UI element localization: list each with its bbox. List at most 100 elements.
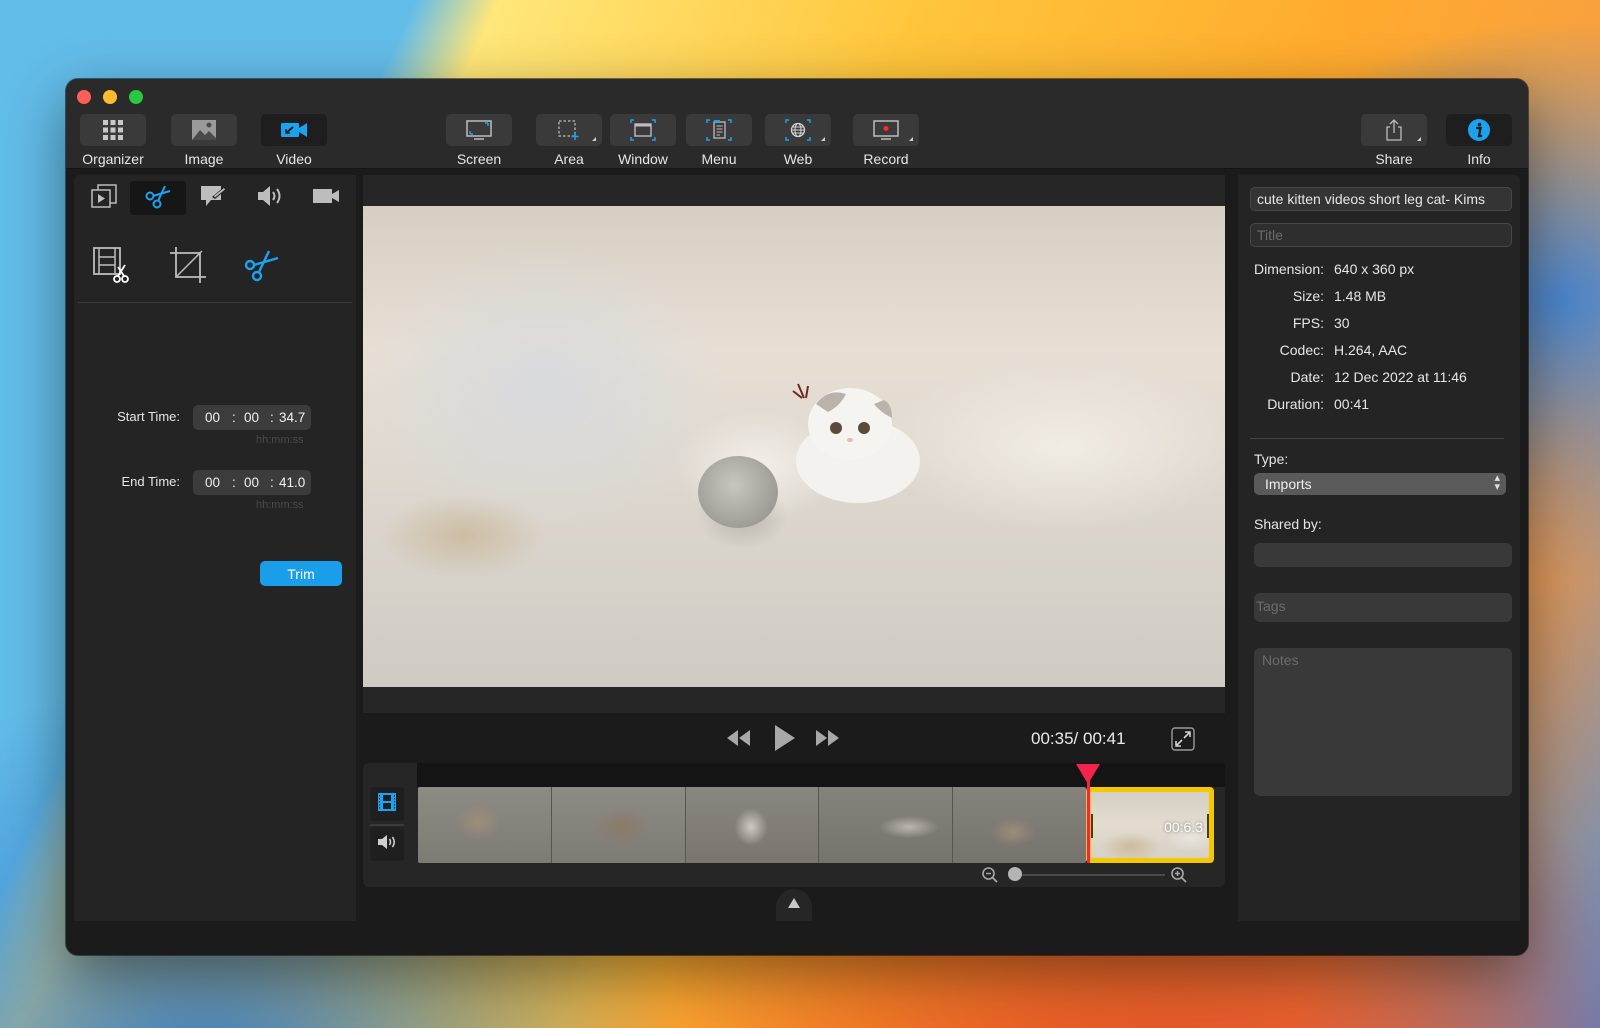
window-icon [610,114,676,146]
tab-camera[interactable] [298,181,354,215]
filmstrip[interactable] [418,787,1086,863]
end-time-label: End Time: [121,474,180,489]
video-editor: 00:35/ 00:41 00:6.3 [363,175,1225,921]
grid-icon [80,114,146,146]
timeline-zoom [363,863,1225,887]
tab-annotate[interactable] [186,181,242,215]
minimize-button[interactable] [103,90,117,104]
capture-screen-button[interactable]: Screen [446,114,512,167]
thumbnail [551,787,686,863]
type-select[interactable]: Imports ▴ ▾ [1254,473,1506,495]
maximize-button[interactable] [129,90,143,104]
cut-clip-tool[interactable] [90,245,134,289]
start-time-field[interactable]: 00 : 00 : 34.7 [193,405,311,430]
info-panel: cute kitten videos short leg cat- Kims T… [1238,175,1520,921]
video-frame[interactable] [363,206,1225,687]
fast-forward-button[interactable] [815,728,841,753]
tags-field[interactable]: Tags [1254,593,1512,622]
time-format-hint: hh:mm:ss [256,499,304,511]
start-time-minutes[interactable]: 00 [244,410,259,425]
start-time-seconds[interactable]: 34.7 [279,410,305,425]
globe-icon [765,114,831,146]
end-time-field[interactable]: 00 : 00 : 41.0 [193,470,311,495]
scissors-icon [144,183,172,214]
zoom-slider-track[interactable] [1013,874,1165,876]
capture-menu-button[interactable]: Menu [686,114,752,167]
metadata-key: Codec: [1279,342,1324,358]
trim-handle-right[interactable] [1207,814,1209,838]
metadata-value: 1.48 MB [1334,288,1387,304]
time-separator: : [270,475,274,490]
timeline: 00:6.3 [363,763,1225,887]
video-track-button[interactable] [370,787,404,821]
thumbnail [685,787,820,863]
capture-record-button[interactable]: Record [853,114,919,167]
expand-panel-button[interactable] [776,889,812,921]
zoom-out-icon[interactable] [981,866,999,889]
toolbar-video-button[interactable]: Video [261,114,327,167]
toolbar: Organizer Image Video Screen Area Window… [66,79,1528,169]
toolbar-label: Area [554,151,584,167]
capture-window-button[interactable]: Window [610,114,676,167]
end-time-hours[interactable]: 00 [205,475,220,490]
notes-field[interactable]: Notes [1254,648,1512,796]
info-button[interactable]: Info [1446,114,1512,167]
tab-preview[interactable] [76,181,132,215]
share-icon [1361,114,1427,146]
screen-icon [446,114,512,146]
speaker-icon [256,184,284,213]
time-separator: : [232,475,236,490]
zoom-in-icon[interactable] [1170,866,1188,889]
type-label: Type: [1254,451,1289,467]
tab-trim[interactable] [130,181,186,215]
shared-by-field[interactable] [1254,543,1512,567]
start-time-label: Start Time: [117,409,180,424]
metadata-key: Size: [1292,288,1324,304]
edit-tools [74,245,356,299]
share-button[interactable]: Share [1361,114,1427,167]
toolbar-label: Screen [456,151,502,167]
trim-button[interactable]: Trim [260,561,342,586]
toolbar-label: Menu [701,151,737,167]
tab-audio[interactable] [242,181,298,215]
toolbar-label: Info [1467,151,1491,167]
metadata-key: FPS: [1292,315,1324,331]
crop-tool[interactable] [166,245,210,289]
app-window: Organizer Image Video Screen Area Window… [66,79,1528,955]
end-time-seconds[interactable]: 41.0 [279,475,305,490]
metadata-value: 30 [1334,315,1350,331]
time-readout: 00:35/ 00:41 [1031,729,1126,749]
film-scissors-icon [92,245,132,290]
rewind-button[interactable] [725,728,751,753]
divider [78,302,352,303]
capture-area-button[interactable]: Area [536,114,602,167]
clip-duration: 00:6.3 [1164,819,1203,835]
end-time-minutes[interactable]: 00 [244,475,259,490]
title-field[interactable]: Title [1250,223,1512,247]
timeline-ruler[interactable] [417,763,1225,787]
selected-clip[interactable]: 00:6.3 [1086,787,1214,863]
start-time-hours[interactable]: 00 [205,410,220,425]
player-controls: 00:35/ 00:41 [363,713,1225,763]
toolbar-label: Share [1375,151,1413,167]
audio-track-button[interactable] [370,827,404,861]
video-preview-area [363,175,1225,713]
capture-web-button[interactable]: Web [765,114,831,167]
metadata-key: Date: [1290,369,1324,385]
camera-icon [311,186,341,211]
fullscreen-button[interactable] [1171,727,1195,756]
filename-field[interactable]: cute kitten videos short leg cat- Kims [1250,187,1512,211]
edit-panel: Start Time: 00 : 00 : 34.7 hh:mm:ss End … [74,175,356,921]
toolbar-organizer-button[interactable]: Organizer [80,114,146,167]
rewind-icon [725,730,751,752]
kitten-image [792,383,920,503]
comment-pen-icon [199,183,229,214]
toolbar-label: Video [276,151,312,167]
trim-tool[interactable] [240,245,284,289]
total-time: 00:41 [1083,729,1126,748]
toolbar-image-button[interactable]: Image [171,114,237,167]
yarn-ball-image [698,456,778,528]
close-button[interactable] [77,90,91,104]
zoom-slider-thumb[interactable] [1008,867,1022,881]
play-button[interactable] [773,724,797,757]
